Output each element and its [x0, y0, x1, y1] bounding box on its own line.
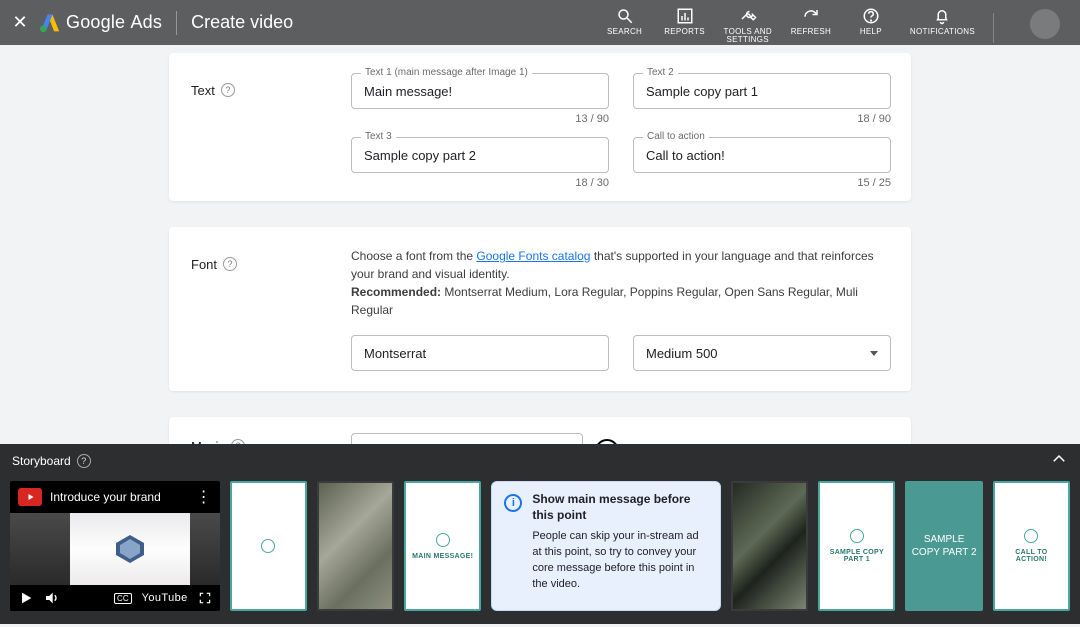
close-button[interactable]: ✕	[0, 12, 40, 33]
account-avatar[interactable]	[1030, 9, 1060, 39]
storyboard-frame-image-1[interactable]	[317, 481, 394, 611]
nav-help[interactable]: HELP	[850, 7, 892, 36]
top-nav: SEARCH REPORTS TOOLS AND SETTINGS REFRES…	[604, 1, 1080, 44]
video-menu-button[interactable]: ⋮	[196, 487, 212, 507]
bell-icon	[933, 7, 951, 25]
info-icon: i	[504, 494, 522, 512]
play-icon[interactable]	[18, 590, 34, 606]
font-weight-select[interactable]: Medium 500	[633, 335, 891, 371]
chevron-up-icon	[1050, 450, 1068, 468]
text1-counter: 13 / 90	[351, 113, 609, 125]
nav-refresh[interactable]: REFRESH	[790, 7, 832, 36]
cta-counter: 15 / 25	[633, 177, 891, 189]
storyboard-frame-copy-1[interactable]: SAMPLE COPY PART 1	[818, 481, 895, 611]
text2-counter: 18 / 90	[633, 113, 891, 125]
refresh-icon	[802, 7, 820, 25]
text3-label: Text 3	[361, 131, 396, 142]
divider	[176, 11, 177, 35]
video-preview[interactable]: Introduce your brand ⋮ CC YouTube	[10, 481, 220, 611]
storyboard-title: Storyboard	[12, 454, 71, 468]
brand-logo: Google Ads	[40, 12, 162, 33]
brand-mark-icon	[110, 529, 150, 569]
help-icon[interactable]: ?	[223, 257, 237, 271]
storyboard-frame-logo[interactable]	[230, 481, 307, 611]
reports-icon	[676, 7, 694, 25]
google-fonts-link[interactable]: Google Fonts catalog	[476, 249, 590, 263]
text2-input[interactable]	[633, 73, 891, 109]
logo-placeholder-icon	[261, 539, 275, 553]
fullscreen-icon[interactable]	[198, 591, 212, 605]
volume-icon[interactable]	[44, 590, 60, 606]
logo-placeholder-icon	[850, 529, 864, 543]
text-card: Text ? Text 1 (main message after Image …	[169, 53, 911, 201]
storyboard-frame-copy-2[interactable]: SAMPLE COPY PART 2	[905, 481, 982, 611]
text3-input[interactable]	[351, 137, 609, 173]
chevron-down-icon	[870, 351, 878, 356]
text3-counter: 18 / 30	[351, 177, 609, 189]
cta-label: Call to action	[643, 131, 709, 142]
font-weight-value: Medium 500	[646, 346, 718, 361]
text1-label: Text 1 (main message after Image 1)	[361, 67, 532, 78]
video-title: Introduce your brand	[50, 490, 188, 504]
font-section-label: Font	[191, 257, 217, 272]
help-icon	[862, 7, 880, 25]
help-icon[interactable]: ?	[221, 83, 235, 97]
youtube-label[interactable]: YouTube	[142, 592, 188, 604]
search-icon	[616, 7, 634, 25]
wrench-icon	[739, 7, 757, 25]
storyboard-info-card: i Show main message before this point Pe…	[491, 481, 721, 611]
nav-notifications[interactable]: NOTIFICATIONS	[910, 7, 975, 36]
music-card: Music ? Good Morning!	[169, 417, 911, 444]
storyboard-frame-image-2[interactable]	[731, 481, 808, 611]
divider	[993, 13, 994, 43]
logo-placeholder-icon	[436, 533, 450, 547]
storyboard-frame-cta[interactable]: CALL TO ACTION!	[993, 481, 1070, 611]
nav-search[interactable]: SEARCH	[604, 7, 646, 36]
youtube-badge-icon	[18, 488, 42, 506]
brand-text: Google Ads	[66, 12, 162, 33]
music-track-select[interactable]: Good Morning!	[351, 433, 583, 444]
info-body: People can skip your in-stream ad at thi…	[532, 529, 708, 593]
main-content: Text ? Text 1 (main message after Image …	[0, 45, 1080, 444]
cta-input[interactable]	[633, 137, 891, 173]
storyboard-panel: Storyboard ? Introduce your brand ⋮	[0, 444, 1080, 624]
logo-placeholder-icon	[1024, 529, 1038, 543]
app-topbar: ✕ Google Ads Create video SEARCH REPORTS…	[0, 0, 1080, 45]
nav-tools[interactable]: TOOLS AND SETTINGS	[724, 7, 772, 44]
google-ads-icon	[40, 13, 60, 33]
font-family-input[interactable]	[351, 335, 609, 371]
help-icon[interactable]: ?	[77, 454, 91, 468]
text-section-label: Text	[191, 83, 215, 98]
text2-label: Text 2	[643, 67, 678, 78]
font-description: Choose a font from the Google Fonts cata…	[351, 247, 891, 319]
collapse-button[interactable]	[1050, 450, 1068, 471]
nav-reports[interactable]: REPORTS	[664, 7, 706, 36]
cc-icon[interactable]: CC	[114, 593, 132, 604]
storyboard-frame-main-message[interactable]: MAIN MESSAGE!	[404, 481, 481, 611]
page-title: Create video	[191, 12, 293, 33]
text1-input[interactable]	[351, 73, 609, 109]
font-card: Font ? Choose a font from the Google Fon…	[169, 227, 911, 391]
info-title: Show main message before this point	[532, 492, 708, 523]
